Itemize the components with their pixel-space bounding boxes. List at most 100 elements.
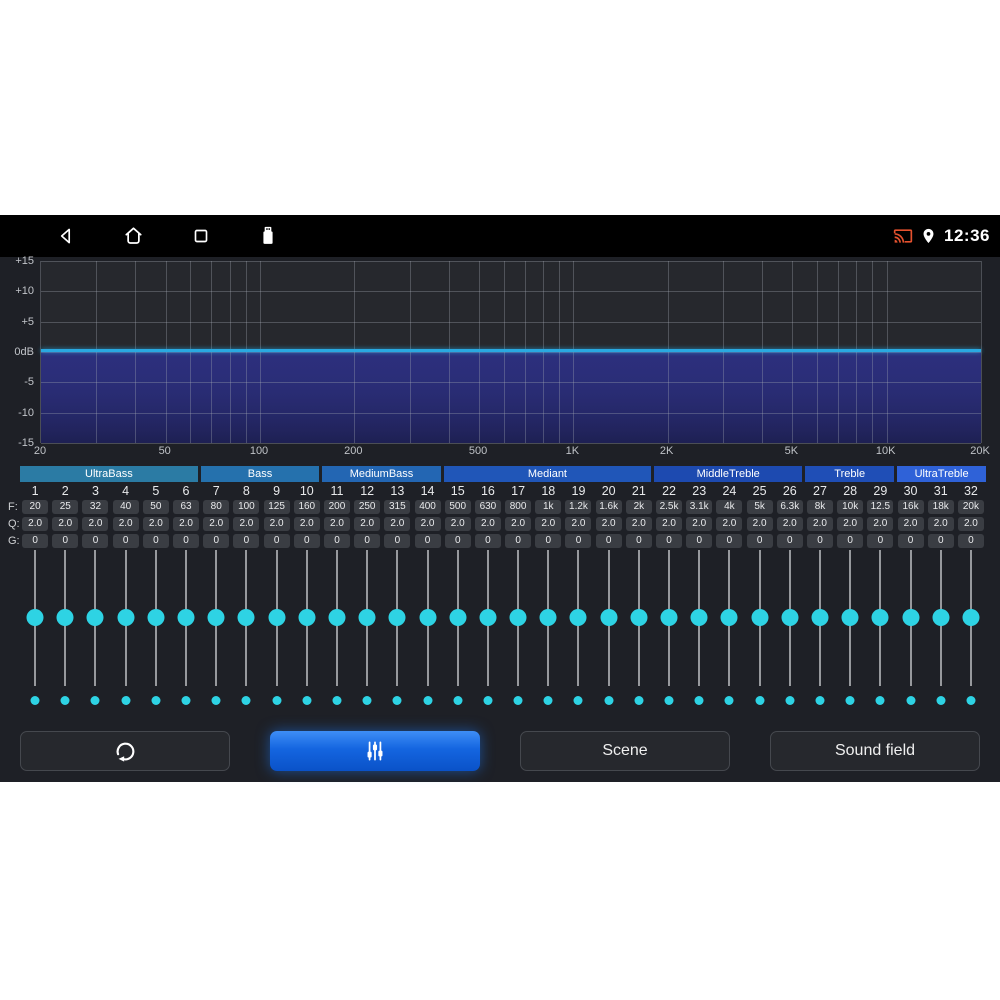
sound-field-button[interactable]: Sound field	[770, 731, 980, 771]
q-cell: 2.0	[171, 517, 201, 531]
q-chip: 2.0	[837, 517, 864, 531]
freq-cell: 12.5	[865, 500, 895, 514]
slider-knob[interactable]	[841, 609, 859, 626]
band-header: Bass	[200, 466, 320, 482]
freq-chip: 125	[263, 500, 290, 514]
band-header: MediumBass	[322, 466, 441, 482]
slider-knob[interactable]	[147, 609, 165, 626]
usb-icon[interactable]	[258, 224, 278, 248]
slider-knob[interactable]	[26, 609, 44, 626]
slider-dot	[453, 696, 463, 705]
channel-number: 6	[182, 483, 190, 498]
freq-tick-label: 2K	[659, 445, 674, 457]
channel-number: 18	[541, 483, 556, 498]
grid-hline	[41, 352, 981, 353]
slider-knob[interactable]	[690, 609, 708, 626]
freq-tick-label: 5K	[784, 445, 799, 457]
q-chip: 2.0	[112, 517, 139, 531]
band-header: UltraBass	[20, 466, 198, 482]
scene-button[interactable]: Scene	[520, 731, 730, 771]
slider-knob[interactable]	[419, 609, 437, 626]
band-header: Treble	[805, 466, 895, 482]
slider-knob[interactable]	[479, 609, 497, 626]
freq-chip: 4k	[716, 500, 743, 514]
eq-slider-column	[895, 548, 925, 712]
slider-dot	[513, 696, 523, 705]
slider-knob[interactable]	[268, 609, 286, 626]
slider-knob[interactable]	[56, 609, 74, 626]
freq-cell: 4k	[714, 500, 744, 514]
slider-knob[interactable]	[207, 609, 225, 626]
channel-number: 3	[91, 483, 99, 498]
gain-cell: 0	[50, 534, 80, 548]
q-cell: 2.0	[654, 517, 684, 531]
slider-dot	[875, 696, 885, 705]
gain-chip: 0	[957, 534, 984, 548]
channel-number-cell: 5	[141, 482, 171, 499]
home-icon[interactable]	[122, 225, 145, 248]
channel-number-cell: 14	[412, 482, 442, 499]
q-cell: 2.0	[624, 517, 654, 531]
q-chip: 2.0	[625, 517, 652, 531]
channel-number-cell: 20	[594, 482, 624, 499]
slider-knob[interactable]	[720, 609, 738, 626]
channel-number-cell: 32	[956, 482, 986, 499]
channel-number-cell: 2	[50, 482, 80, 499]
gain-chip: 0	[806, 534, 833, 548]
gain-cell: 0	[563, 534, 593, 548]
slider-knob[interactable]	[811, 609, 829, 626]
db-tick-label: -15	[18, 437, 34, 449]
recents-icon[interactable]	[190, 225, 212, 247]
slider-knob[interactable]	[177, 609, 195, 626]
gain-cell: 0	[80, 534, 110, 548]
reset-button[interactable]	[20, 731, 230, 771]
slider-dot	[392, 696, 402, 705]
slider-knob[interactable]	[539, 609, 557, 626]
channel-number: 24	[722, 483, 737, 498]
channel-number-cell: 29	[865, 482, 895, 499]
slider-knob[interactable]	[871, 609, 889, 626]
channel-number-cell: 31	[926, 482, 956, 499]
cast-icon	[893, 226, 913, 246]
db-tick-label: +15	[15, 255, 34, 267]
slider-knob[interactable]	[660, 609, 678, 626]
slider-knob[interactable]	[932, 609, 950, 626]
q-chip: 2.0	[293, 517, 320, 531]
channel-number: 16	[480, 483, 495, 498]
gain-cell: 0	[382, 534, 412, 548]
grid-hline	[41, 412, 981, 414]
channel-number: 10	[299, 483, 314, 498]
slider-knob[interactable]	[902, 609, 920, 626]
gain-cell: 0	[141, 534, 171, 548]
channel-number-cell: 22	[654, 482, 684, 499]
channel-number: 5	[152, 483, 160, 498]
grid-hline	[41, 321, 981, 323]
slider-knob[interactable]	[237, 609, 255, 626]
channel-number: 21	[631, 483, 646, 498]
slider-knob[interactable]	[449, 609, 467, 626]
sound-field-button-label: Sound field	[834, 742, 916, 759]
slider-knob[interactable]	[751, 609, 769, 626]
slider-knob[interactable]	[509, 609, 527, 626]
channel-number-cell: 4	[111, 482, 141, 499]
slider-knob[interactable]	[781, 609, 799, 626]
channel-number: 9	[273, 483, 281, 498]
equalizer-button[interactable]	[270, 731, 480, 771]
back-icon[interactable]	[55, 225, 77, 247]
slider-knob[interactable]	[328, 609, 346, 626]
channel-number-cell: 30	[895, 482, 925, 499]
slider-knob[interactable]	[86, 609, 104, 626]
channel-number-cell: 26	[775, 482, 805, 499]
slider-knob[interactable]	[117, 609, 135, 626]
gain-chip: 0	[927, 534, 954, 548]
q-chip: 2.0	[656, 517, 683, 531]
slider-knob[interactable]	[388, 609, 406, 626]
channel-number: 32	[963, 483, 978, 498]
slider-knob[interactable]	[600, 609, 618, 626]
slider-dot	[543, 696, 553, 705]
slider-knob[interactable]	[298, 609, 316, 626]
slider-knob[interactable]	[962, 609, 980, 626]
slider-knob[interactable]	[630, 609, 648, 626]
slider-knob[interactable]	[358, 609, 376, 626]
slider-knob[interactable]	[569, 609, 587, 626]
